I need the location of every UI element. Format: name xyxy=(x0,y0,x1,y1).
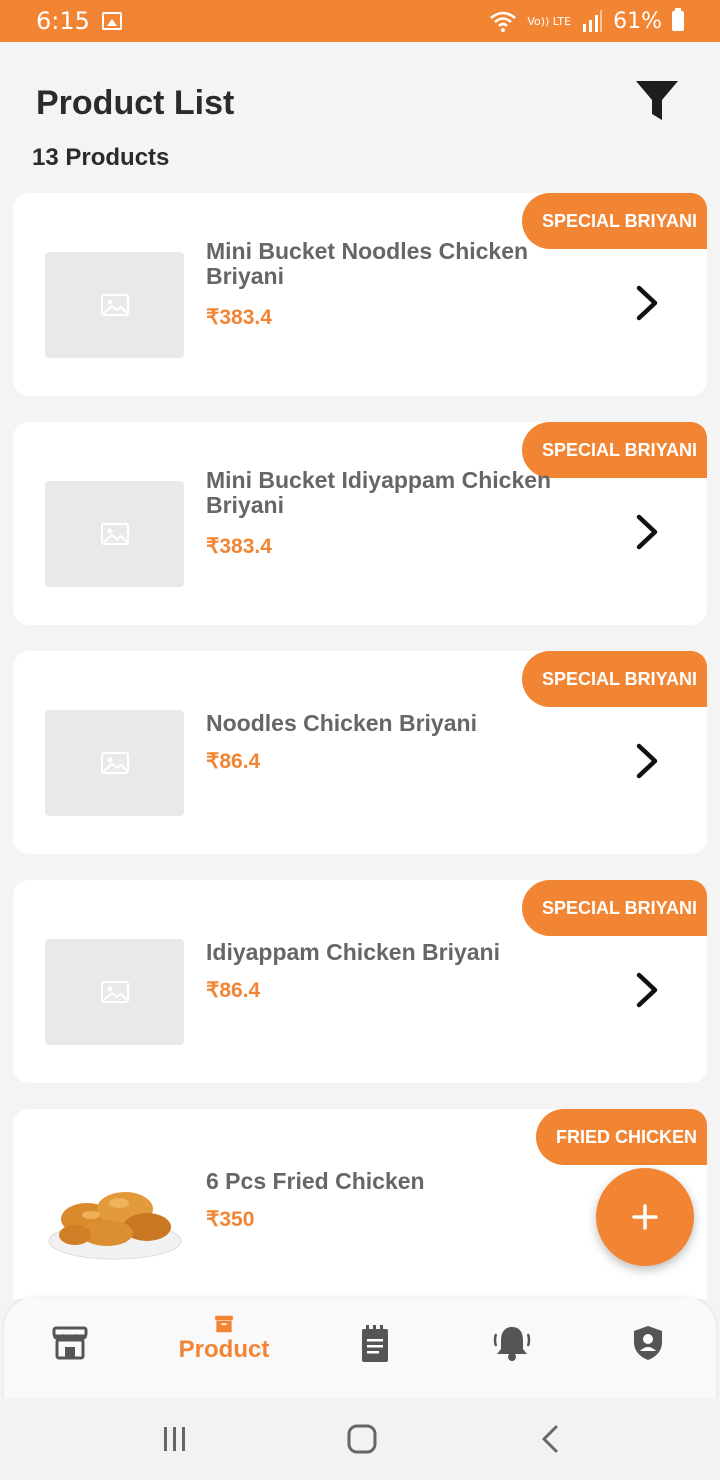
chevron-right-icon[interactable] xyxy=(633,513,661,551)
back-icon[interactable] xyxy=(538,1422,562,1456)
notification-bell-icon xyxy=(493,1327,531,1361)
product-image-placeholder xyxy=(45,710,184,816)
product-name: Noodles Chicken Briyani xyxy=(206,710,477,736)
battery-icon xyxy=(672,8,684,31)
product-card[interactable]: SPECIAL BRIYANI Idiyappam Chicken Briyan… xyxy=(13,880,707,1083)
chevron-right-icon[interactable] xyxy=(633,284,661,322)
product-image-placeholder xyxy=(45,252,184,358)
chevron-right-icon[interactable] xyxy=(633,971,661,1009)
placeholder-image-icon xyxy=(100,981,129,1003)
recent-apps-icon[interactable] xyxy=(160,1422,190,1456)
product-price: ₹383.4 xyxy=(206,535,272,558)
product-card[interactable]: SPECIAL BRIYANI Mini Bucket Idiyappam Ch… xyxy=(13,422,707,625)
signal-icon xyxy=(583,10,603,32)
fried-chicken-photo xyxy=(48,1192,182,1260)
store-icon xyxy=(52,1326,88,1360)
gallery-notification-icon xyxy=(101,12,122,30)
placeholder-image-icon xyxy=(100,294,129,316)
nav-item-store[interactable] xyxy=(50,1324,90,1374)
product-card[interactable]: SPECIAL BRIYANI Mini Bucket Noodles Chic… xyxy=(13,193,707,396)
nav-item-profile[interactable] xyxy=(632,1324,664,1374)
product-price: ₹350 xyxy=(206,1208,255,1231)
category-tag: FRIED CHICKEN xyxy=(535,1109,707,1165)
status-time: 6:15 xyxy=(36,7,90,35)
category-tag: SPECIAL BRIYANI xyxy=(521,880,707,936)
battery-percent: 61% xyxy=(613,8,662,34)
network-type-label: Vo)) LTE xyxy=(527,14,572,28)
filter-icon[interactable] xyxy=(632,78,682,124)
product-name: Idiyappam Chicken Briyani xyxy=(206,939,500,965)
product-box-icon xyxy=(215,1315,233,1333)
nav-item-orders[interactable] xyxy=(360,1324,390,1374)
status-bar: 6:15 Vo)) LTE 61% xyxy=(0,0,720,42)
orders-notepad-icon xyxy=(362,1325,388,1362)
product-image-placeholder xyxy=(45,481,184,587)
product-name: Mini Bucket Idiyappam Chicken Briyani xyxy=(206,467,552,518)
product-price: ₹86.4 xyxy=(206,979,261,1002)
placeholder-image-icon xyxy=(100,752,129,774)
plus-icon xyxy=(632,1204,658,1230)
product-image-placeholder xyxy=(45,939,184,1045)
status-indicators: Vo)) LTE 61% xyxy=(489,8,684,34)
bottom-navigation: Product xyxy=(4,1298,716,1398)
nav-label-product: Product xyxy=(178,1336,270,1363)
nav-item-notifications[interactable] xyxy=(492,1324,532,1374)
product-price: ₹86.4 xyxy=(206,750,261,773)
page-title: Product List xyxy=(36,84,235,122)
add-product-button[interactable] xyxy=(596,1168,694,1266)
profile-shield-icon xyxy=(634,1326,662,1360)
product-price: ₹383.4 xyxy=(206,306,272,329)
placeholder-image-icon xyxy=(100,523,129,545)
chevron-right-icon[interactable] xyxy=(633,742,661,780)
category-tag: SPECIAL BRIYANI xyxy=(521,651,707,707)
system-navigation-bar xyxy=(0,1398,720,1480)
home-icon[interactable] xyxy=(346,1422,378,1456)
product-card[interactable]: SPECIAL BRIYANI Noodles Chicken Briyani … xyxy=(13,651,707,854)
nav-item-product[interactable]: Product xyxy=(172,1314,276,1364)
product-name: 6 Pcs Fried Chicken xyxy=(206,1168,425,1194)
product-count: 13 Products xyxy=(32,144,170,171)
product-name: Mini Bucket Noodles Chicken Briyani xyxy=(206,238,529,289)
wifi-icon xyxy=(490,11,517,32)
